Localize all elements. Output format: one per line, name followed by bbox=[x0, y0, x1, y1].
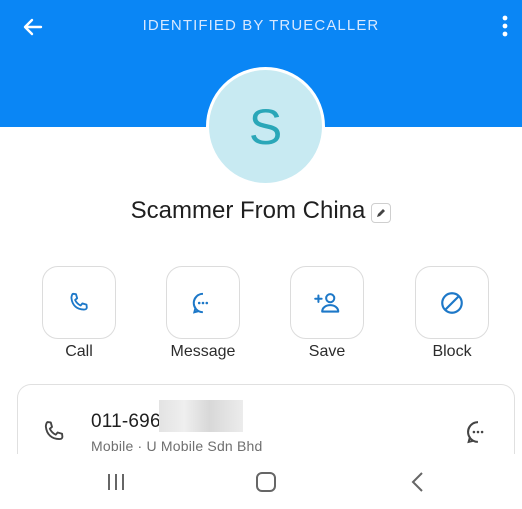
block-action[interactable]: Block bbox=[415, 266, 489, 360]
pencil-icon bbox=[377, 208, 386, 217]
block-icon bbox=[441, 291, 463, 314]
avatar-initial: S bbox=[248, 98, 283, 155]
system-nav-bar bbox=[0, 454, 522, 509]
home-button[interactable] bbox=[254, 470, 278, 494]
call-button[interactable] bbox=[42, 266, 116, 339]
block-label: Block bbox=[432, 343, 472, 360]
message-button[interactable] bbox=[166, 266, 240, 339]
block-button[interactable] bbox=[415, 266, 489, 339]
chat-bubble-icon bbox=[192, 292, 209, 314]
phone-icon bbox=[70, 292, 88, 310]
phone-icon bbox=[44, 421, 64, 440]
phone-number-card[interactable]: 011-696 Mobile · U Mobile Sdn Bhd bbox=[17, 384, 515, 454]
save-button[interactable] bbox=[290, 266, 364, 339]
call-action[interactable]: Call bbox=[42, 266, 116, 360]
back-nav-button[interactable] bbox=[406, 470, 430, 494]
page-title: IDENTIFIED BY TRUECALLER bbox=[142, 17, 380, 34]
back-chevron-icon bbox=[411, 472, 423, 492]
message-action[interactable]: Message bbox=[166, 266, 240, 360]
carrier-info: Mobile · U Mobile Sdn Bhd bbox=[91, 438, 263, 454]
contact-name: Scammer From China bbox=[130, 197, 366, 224]
save-action[interactable]: Save bbox=[290, 266, 364, 360]
redacted-number-blur bbox=[159, 400, 243, 432]
recent-apps-icon bbox=[108, 474, 124, 490]
save-label: Save bbox=[308, 343, 346, 360]
contact-name-row: Scammer From China bbox=[0, 197, 522, 225]
phone-number: 011-696 bbox=[91, 411, 161, 432]
chat-bubble-icon bbox=[467, 421, 484, 444]
call-label: Call bbox=[65, 343, 93, 360]
add-person-icon bbox=[314, 292, 340, 313]
more-options-button[interactable] bbox=[492, 8, 518, 44]
message-label: Message bbox=[170, 343, 236, 360]
card-message-button[interactable] bbox=[464, 418, 492, 451]
recent-apps-button[interactable] bbox=[104, 470, 128, 494]
home-icon bbox=[256, 472, 276, 492]
avatar: S bbox=[206, 67, 325, 186]
more-vertical-icon bbox=[502, 15, 508, 37]
edit-name-button[interactable] bbox=[371, 202, 392, 223]
top-bar: IDENTIFIED BY TRUECALLER bbox=[0, 0, 522, 52]
